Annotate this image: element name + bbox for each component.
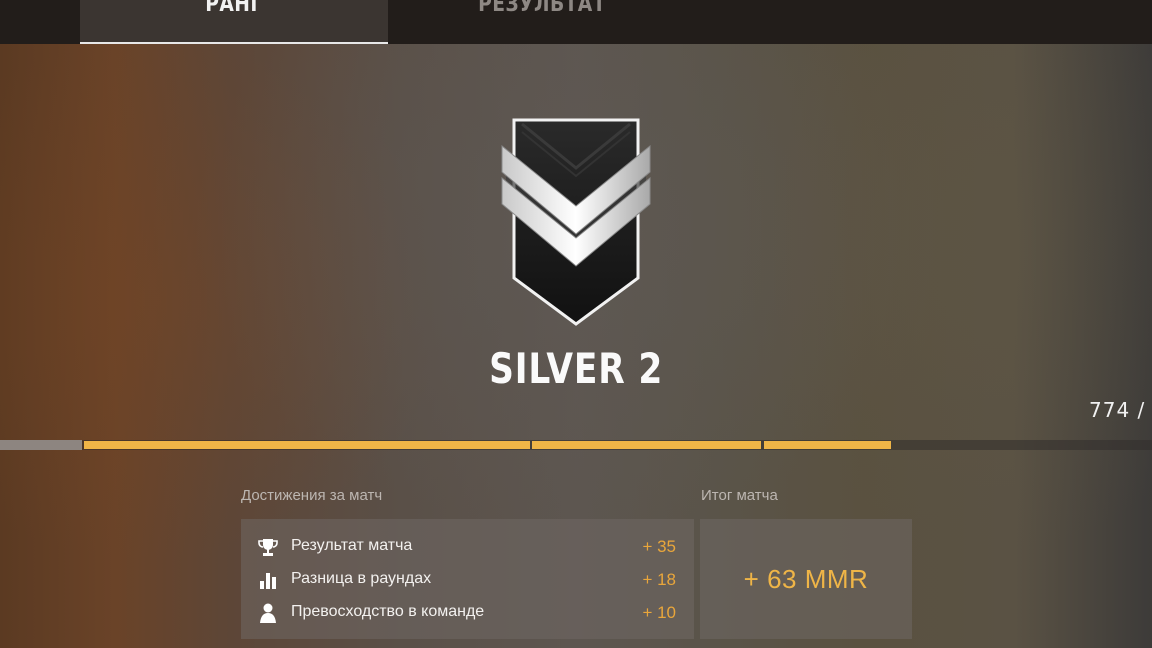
tab-result[interactable]: РЕЗУЛЬТАТ bbox=[388, 0, 696, 44]
progress-segment bbox=[532, 441, 761, 449]
progress-segment bbox=[764, 441, 891, 449]
achievements-title: Достижения за матч bbox=[241, 487, 383, 504]
list-item: Превосходство в команде + 10 bbox=[241, 597, 694, 627]
rank-badge-icon bbox=[501, 118, 651, 326]
achievement-points: + 10 bbox=[642, 603, 676, 622]
trophy-icon bbox=[258, 539, 278, 556]
rank-name: SILVER 2 bbox=[488, 344, 664, 393]
achievements-panel: Результат матча + 35 Разница в раундах +… bbox=[241, 519, 694, 639]
achievement-label: Разница в раундах bbox=[291, 570, 432, 587]
mmr-counter: 774 / bbox=[1089, 398, 1146, 422]
progress-base bbox=[0, 440, 82, 450]
progress-segment bbox=[84, 441, 530, 449]
total-panel: + 63 MMR bbox=[700, 519, 912, 639]
achievement-points: + 35 bbox=[642, 537, 676, 556]
achievement-label: Превосходство в команде bbox=[291, 603, 485, 620]
total-mmr-value: + 63 MMR bbox=[743, 563, 869, 594]
list-item: Разница в раундах + 18 bbox=[241, 564, 694, 594]
tab-result-label: РЕЗУЛЬТАТ bbox=[478, 0, 606, 17]
total-title: Итог матча bbox=[701, 487, 778, 504]
achievement-points: + 18 bbox=[642, 570, 676, 589]
achievement-label: Результат матча bbox=[291, 537, 413, 554]
bar-chart-icon bbox=[260, 573, 276, 589]
tab-rank[interactable]: РАНГ bbox=[80, 0, 388, 44]
tab-rank-label: РАНГ bbox=[205, 0, 263, 17]
list-item: Результат матча + 35 bbox=[241, 531, 694, 561]
person-icon bbox=[260, 603, 276, 623]
top-tab-bar: РАНГ РЕЗУЛЬТАТ bbox=[0, 0, 1152, 44]
